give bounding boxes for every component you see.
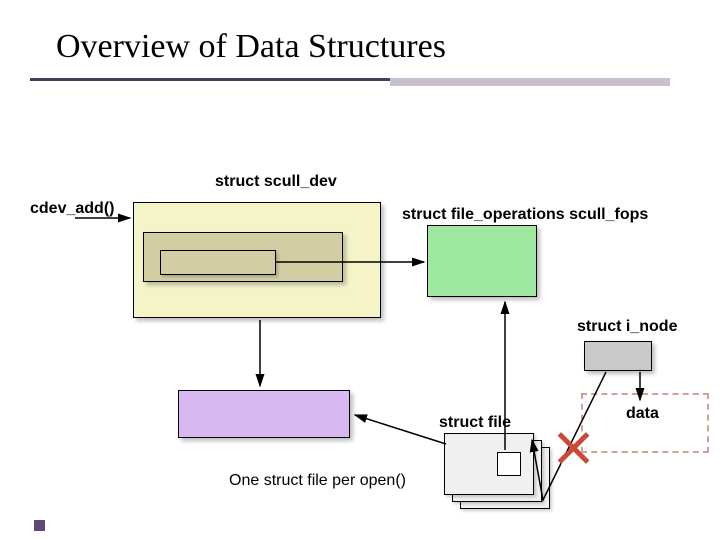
box-fops bbox=[427, 225, 537, 297]
label-scull-dev: struct scull_dev bbox=[215, 173, 337, 191]
box-data-dashed bbox=[581, 393, 709, 453]
title-underline bbox=[30, 78, 670, 86]
red-cross-icon bbox=[555, 430, 591, 466]
label-inode: struct i_node bbox=[577, 318, 677, 336]
page-title: Overview of Data Structures bbox=[56, 28, 446, 66]
label-fops: struct file_operations scull_fops bbox=[402, 206, 648, 224]
file-inner-box bbox=[497, 452, 521, 476]
label-cdev-add: cdev_add() bbox=[30, 200, 114, 218]
box-inode bbox=[584, 341, 652, 371]
box-data bbox=[178, 390, 350, 438]
label-file: struct file bbox=[439, 414, 511, 432]
box-cdev-inner bbox=[160, 250, 276, 275]
footer-bullet-icon bbox=[34, 520, 45, 531]
label-caption: One struct file per open() bbox=[229, 472, 406, 490]
